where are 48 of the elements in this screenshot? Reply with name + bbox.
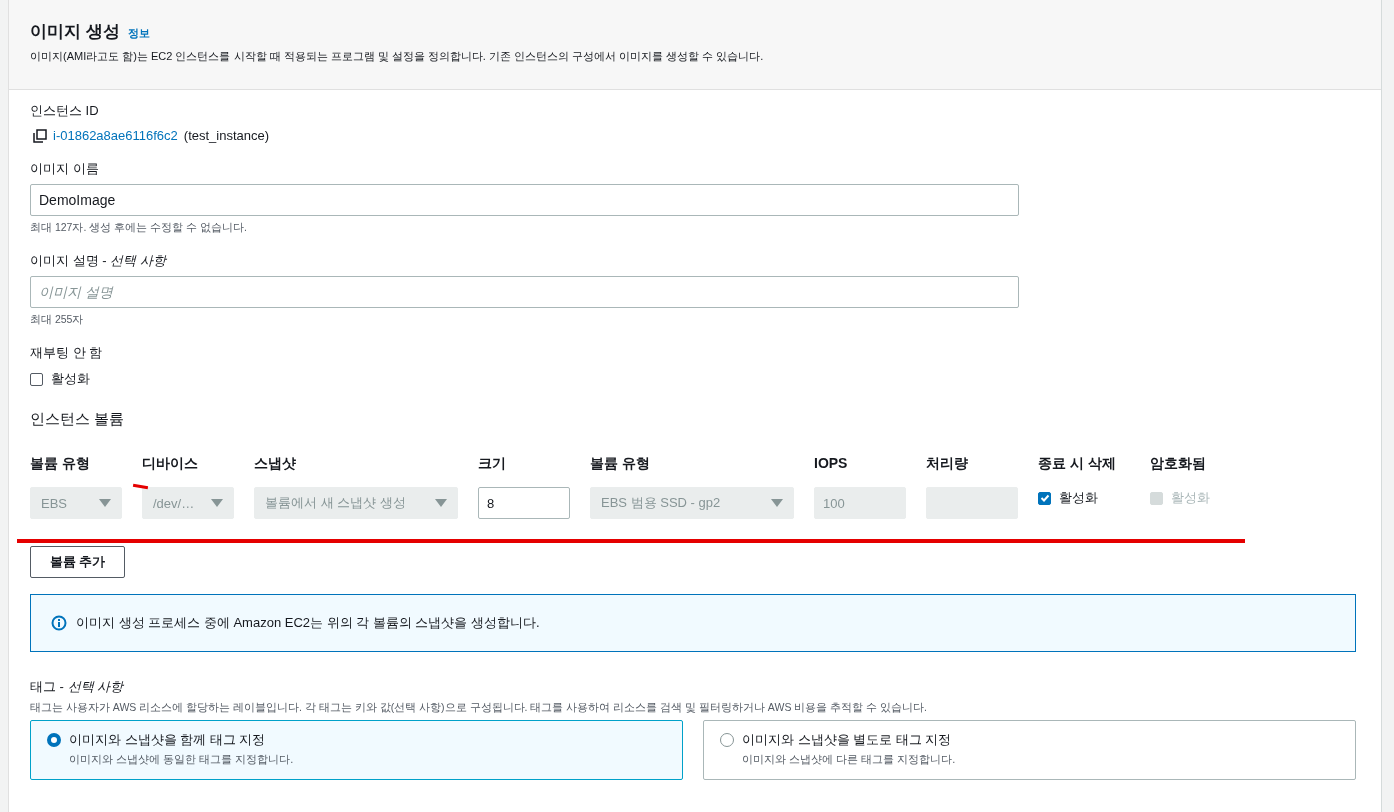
caret-icon <box>211 499 223 507</box>
column-header: 암호화됨 <box>1150 455 1207 473</box>
field-hint: 최대 255자 <box>30 313 84 327</box>
image-name-field[interactable]: DemoImage <box>30 184 1019 216</box>
page-title: 이미지 생성 <box>30 21 120 43</box>
field-label: 이미지 이름 <box>30 160 99 178</box>
annotation-mark <box>132 483 149 490</box>
column-header: 볼륨 유형 <box>30 455 91 473</box>
field-label: 재부팅 안 함 <box>30 344 103 362</box>
instance-id-link[interactable]: i-01862a8ae6116f6c2 <box>53 128 178 143</box>
checkbox[interactable] <box>30 372 43 386</box>
checkbox-label: 활성화 <box>51 370 90 388</box>
field-label: 태그 - 선택 사항 <box>30 678 124 696</box>
column-header: IOPS <box>814 455 849 473</box>
column-header: 크기 <box>478 455 507 473</box>
alert-message: 이미지 생성 프로세스 중에 Amazon EC2는 위의 각 볼륨의 스냅샷을 생성합니다. <box>76 614 540 632</box>
page-description: 이미지(AMI라고도 함)는 EC2 인스턴스를 시작할 때 적용되는 프로그램 및 설정을 정의합니다. 기존 인스턴스의 구성에서 이미지를 생성할 수 있습니다. <box>30 49 765 64</box>
caret-icon <box>99 499 111 507</box>
field-label: 이미지 설명 - 선택 사항 <box>30 252 166 270</box>
checkbox[interactable] <box>1038 491 1051 505</box>
radio-card[interactable]: 이미지와 스냅샷을 함께 태그 지정 이미지와 스냅샷에 동일한 태그를 지정합니다. <box>30 720 683 780</box>
radio-card[interactable]: 이미지와 스냅샷을 별도로 태그 지정 이미지와 스냅샷에 다른 태그를 지정합니다. <box>703 720 1356 780</box>
caret-icon <box>435 499 447 507</box>
option-description: 이미지와 스냅샷에 동일한 태그를 지정합니다. <box>69 752 294 767</box>
column-header: 스냅샷 <box>254 455 297 473</box>
option-title: 이미지와 스냅샷을 별도로 태그 지정 <box>742 731 953 749</box>
option-title: 이미지와 스냅샷을 함께 태그 지정 <box>69 731 267 749</box>
info-icon <box>51 615 67 631</box>
column-header: 처리량 <box>926 455 969 473</box>
field-description: 태그는 사용자가 AWS 리소스에 할당하는 레이블입니다. 각 태그는 키와 값(선택 사항)으로 구성됩니다. 태그를 사용하여 리소스를 검색 및 필터링하거나 AWS 비용을 추적할 수 있습니다. <box>30 701 927 715</box>
info-link[interactable]: 정보 <box>127 26 150 41</box>
column-header: 볼륨 유형 <box>590 455 651 473</box>
input-field[interactable]: 8 <box>478 487 570 519</box>
add-volume-button[interactable]: 볼륨 추가 <box>30 546 125 578</box>
column-header: 디바이스 <box>142 455 199 473</box>
radio-button[interactable] <box>720 733 734 747</box>
instance-name: (test_instance) <box>183 128 270 143</box>
field-label: 인스턴스 ID <box>30 102 99 120</box>
section-title: 인스턴스 볼륨 <box>30 410 125 429</box>
checkbox-label: 활성화 <box>1171 489 1210 507</box>
option-description: 이미지와 스냅샷에 다른 태그를 지정합니다. <box>742 752 956 767</box>
caret-icon <box>771 499 783 507</box>
column-header: 종료 시 삭제 <box>1038 455 1117 473</box>
checkbox-label: 활성화 <box>1059 489 1098 507</box>
image-description-field[interactable]: 이미지 설명 <box>30 276 1019 308</box>
radio-button[interactable] <box>47 733 61 747</box>
copy-icon[interactable] <box>33 128 47 143</box>
field-hint: 최대 127자. 생성 후에는 수정할 수 없습니다. <box>30 221 247 235</box>
